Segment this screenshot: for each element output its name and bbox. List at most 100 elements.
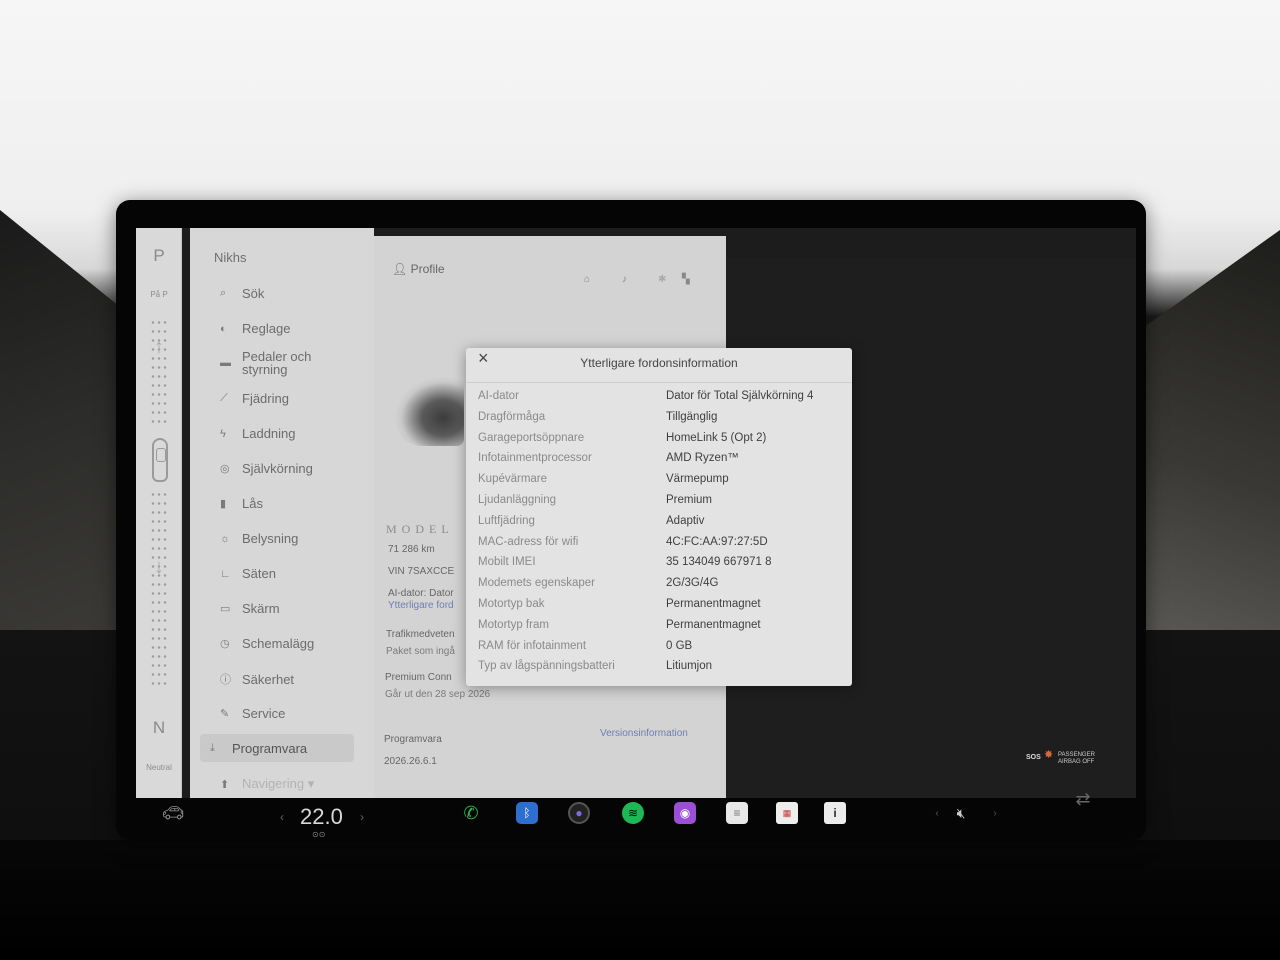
dialog-row-value: 0 GB bbox=[666, 639, 693, 652]
touchscreen: P På P ↑ ↓ N Neutral Nikhs ⌕ Sök ◐ Reglage… bbox=[136, 228, 1136, 798]
menu-item-navigation[interactable]: ⬆ Navigering ▾ bbox=[220, 776, 314, 792]
dialog-row: Modemets egenskaper 2G/3G/4G bbox=[466, 577, 852, 597]
menu-item-label: Schemalägg bbox=[242, 636, 315, 651]
menu-item-label: Skärm bbox=[242, 601, 280, 616]
download-icon: ⤓ bbox=[210, 741, 215, 754]
dialog-row: Garageportsöppnare HomeLink 5 (Opt 2) bbox=[466, 432, 852, 452]
dialog-row-value: 4C:FC:AA:97:27:5D bbox=[666, 535, 768, 548]
gear-selector[interactable]: P På P ↑ ↓ N Neutral bbox=[136, 228, 182, 798]
dialog-row-label: MAC-adress för wifi bbox=[478, 535, 579, 548]
gear-neutral-status: Neutral bbox=[146, 763, 172, 772]
temperature-display[interactable]: 22.0 bbox=[300, 804, 343, 830]
steering-wheel-icon: ◎ bbox=[220, 463, 230, 475]
car-icon[interactable]: 🚗︎ bbox=[162, 802, 185, 824]
bell-icon[interactable]: ♪ bbox=[622, 274, 627, 285]
menu-item-label: Reglage bbox=[242, 321, 291, 336]
bluetooth-icon[interactable]: ᛒ bbox=[516, 802, 538, 824]
background-dashboard bbox=[0, 840, 1280, 960]
background-right-pillar bbox=[1140, 230, 1280, 630]
menu-item-locks[interactable]: ▮ Lås bbox=[220, 496, 263, 511]
dialog-row-value: Adaptiv bbox=[666, 514, 705, 527]
owner-name: Nikhs bbox=[214, 250, 247, 265]
menu-item-label: Service bbox=[242, 706, 286, 721]
info-icon[interactable]: i bbox=[824, 802, 846, 824]
menu-item-label: Sök bbox=[242, 286, 265, 301]
suspension-icon: ⟋ bbox=[220, 392, 228, 404]
gear-park-status: På P bbox=[150, 290, 168, 299]
profile-button[interactable]: 👤︎ Profile bbox=[392, 262, 445, 276]
dialog-row: Luftfjädring Adaptiv bbox=[466, 515, 852, 535]
menu-item-safety[interactable]: ⓘ Säkerhet bbox=[220, 671, 294, 687]
dialog-row-value: Litiumjon bbox=[666, 660, 713, 673]
notes-icon[interactable]: ≡ bbox=[726, 802, 748, 824]
dialog-row: Infotainmentprocessor AMD Ryzen™ bbox=[466, 452, 852, 472]
background-left-pillar bbox=[0, 210, 130, 630]
airbag-icon: ✸ bbox=[1044, 749, 1054, 761]
menu-item-label: Navigering ▾ bbox=[242, 776, 315, 791]
car-top-view-icon bbox=[152, 438, 168, 482]
lock-icon: ▮ bbox=[220, 498, 227, 510]
dialog-row-label: Typ av lågspänningsbatteri bbox=[478, 660, 615, 673]
wrench-icon: ✎ bbox=[220, 708, 230, 720]
mute-icon[interactable]: 🔇︎ bbox=[950, 802, 972, 824]
dialog-row-label: Garageportsöppnare bbox=[478, 431, 585, 444]
menu-item-schedule[interactable]: ◷ Schemalägg bbox=[220, 636, 314, 651]
menu-item-search[interactable]: ⌕ Sök bbox=[220, 286, 264, 301]
person-icon: 👤︎ bbox=[392, 262, 411, 276]
menu-item-pedals-steering[interactable]: ▬ Pedaler och styrning bbox=[220, 350, 311, 376]
menu-item-charging[interactable]: ϟ Laddning bbox=[220, 426, 296, 441]
gear-park-letter[interactable]: P bbox=[136, 246, 182, 266]
profile-label: Profile bbox=[410, 262, 445, 276]
dialog-row-value: Dator för Total Självkörning 4 bbox=[666, 390, 814, 402]
home-icon[interactable]: ⌂ bbox=[584, 274, 590, 285]
lightning-icon: ϟ bbox=[220, 427, 226, 440]
dialog-row: Dragförmåga Tillgänglig bbox=[466, 411, 852, 431]
menu-item-label: Säkerhet bbox=[242, 671, 295, 687]
premium-connectivity-expiry: Går ut den 28 sep 2026 bbox=[385, 689, 491, 700]
seat-heater-icon[interactable]: ⊙⊙ bbox=[312, 830, 325, 839]
version-info-link[interactable]: Versionsinformation bbox=[600, 728, 688, 739]
menu-item-suspension[interactable]: ⟋ Fjädring bbox=[220, 391, 289, 406]
dialog-row-label: AI-dator bbox=[478, 390, 519, 402]
menu-item-display[interactable]: ▭ Skärm bbox=[220, 601, 280, 616]
podcasts-icon[interactable]: ◉ bbox=[674, 802, 696, 824]
dialog-row-label: Luftfjädring bbox=[478, 514, 535, 527]
temp-down-icon[interactable]: ‹ bbox=[280, 810, 284, 824]
sos-indicator: SOS bbox=[1026, 754, 1041, 761]
dialog-row: Motortyp bak Permanentmagnet bbox=[466, 598, 852, 618]
dialog-row-value: Permanentmagnet bbox=[666, 598, 761, 610]
arrow-up-icon: ↑ bbox=[154, 336, 164, 358]
passenger-airbag-status: ✸ PASSENGER AIRBAG OFF bbox=[1044, 750, 1095, 766]
settings-menu: Nikhs ⌕ Sök ◐ Reglage ▬ Pedaler och styrnin… bbox=[190, 228, 374, 798]
calendar-icon[interactable]: ▦ bbox=[776, 802, 798, 824]
spotify-icon[interactable]: ≋ bbox=[622, 802, 644, 824]
dialog-row-label: Infotainmentprocessor bbox=[478, 452, 592, 465]
phone-icon[interactable]: ✆ bbox=[460, 802, 482, 824]
menu-item-software[interactable]: ⤓ Programvara bbox=[200, 734, 354, 762]
menu-item-controls[interactable]: ◐ Reglage bbox=[220, 321, 290, 336]
dialog-row-label: RAM för infotainment bbox=[478, 639, 587, 652]
menu-item-seats[interactable]: ∟ Säten bbox=[220, 566, 276, 581]
traffic-package-title: Trafikmedveten bbox=[386, 629, 455, 640]
temp-up-icon[interactable]: › bbox=[360, 810, 364, 824]
menu-item-label: Belysning bbox=[242, 531, 299, 546]
light-icon: ☼ bbox=[220, 532, 231, 545]
camera-icon[interactable]: ● bbox=[568, 802, 590, 824]
dialog-row-value: Permanentmagnet bbox=[666, 618, 761, 631]
menu-item-service[interactable]: ✎ Service bbox=[220, 706, 285, 721]
dialog-row: Motortyp fram Permanentmagnet bbox=[466, 619, 852, 639]
navigation-icon: ⬆ bbox=[220, 778, 230, 791]
dialog-row: Typ av lågspänningsbatteri Litiumjon bbox=[466, 660, 852, 680]
menu-item-lights[interactable]: ☼ Belysning bbox=[220, 531, 298, 546]
vin-number: VIN 7SAXCCE bbox=[388, 566, 455, 577]
dialog-row-value: Premium bbox=[666, 494, 713, 506]
gear-neutral-letter[interactable]: N bbox=[136, 718, 182, 738]
menu-item-autopilot[interactable]: ◎ Självkörning bbox=[220, 461, 313, 476]
volume-down-icon[interactable]: ‹ bbox=[926, 802, 948, 824]
volume-up-icon[interactable]: › bbox=[984, 802, 1006, 824]
dialog-row-value: 2G/3G/4G bbox=[666, 577, 719, 590]
dialog-title: Ytterligare fordonsinformation bbox=[580, 356, 738, 370]
swap-icon[interactable]: ⇄ bbox=[1072, 788, 1094, 810]
menu-item-label: Pedaler och styrning bbox=[242, 349, 312, 377]
more-vehicle-info-link[interactable]: Ytterligare ford bbox=[388, 600, 454, 611]
